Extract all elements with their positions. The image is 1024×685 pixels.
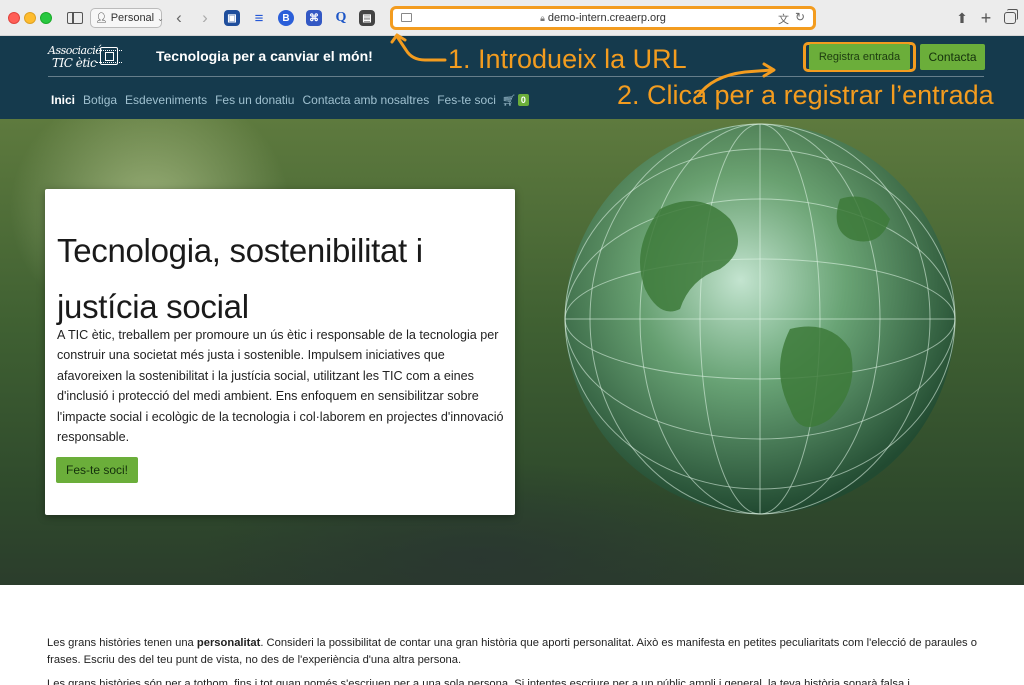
minimize-window-button[interactable] — [24, 12, 36, 24]
contacta-button[interactable]: Contacta — [920, 44, 985, 70]
b-circle-icon[interactable]: B — [278, 10, 294, 26]
registra-entrada-button[interactable]: Registra entrada — [809, 44, 910, 70]
site-logo[interactable]: Associació TIC ètic — [48, 44, 124, 74]
main-nav: Inici Botiga Esdeveniments Fes un donati… — [51, 93, 529, 107]
capture-icon[interactable]: ▤ — [359, 10, 375, 26]
profile-switcher[interactable]: 👤︎ Personal ⌄ — [90, 8, 164, 28]
q-icon[interactable]: Q — [333, 10, 349, 26]
nav-item-contacta[interactable]: Contacta amb nosaltres — [302, 93, 429, 107]
hero-card: Tecnologia, sostenibilitat i justícia so… — [45, 189, 515, 515]
para1-bold: personalitat — [196, 637, 261, 649]
annotation-step1: 1. Introdueix la URL — [448, 44, 687, 74]
header-divider — [48, 76, 984, 77]
profile-label: Personal — [110, 12, 155, 24]
fes-te-soci-button[interactable]: Fes-te soci! — [56, 457, 138, 483]
cart-link[interactable]: 🛒︎ 0 — [502, 93, 529, 107]
address-bar[interactable]: 🔒︎ demo-intern.creaerp.org 文 ↻ — [390, 6, 816, 30]
body-paragraph-2: Les grans històries són per a tothom, fi… — [47, 678, 910, 685]
url-text: demo-intern.creaerp.org — [547, 12, 666, 24]
site-tagline: Tecnologia per a canviar el món! — [156, 48, 373, 64]
forward-button[interactable]: › — [198, 8, 212, 27]
globe-image — [564, 123, 956, 515]
nav-item-botiga[interactable]: Botiga — [83, 93, 117, 107]
logo-line2: TIC ètic — [52, 56, 97, 70]
hero-banner: Tecnologia, sostenibilitat i justícia so… — [0, 119, 1024, 585]
nav-item-inici[interactable]: Inici — [51, 93, 75, 107]
nav-item-soci[interactable]: Fes-te soci — [437, 93, 496, 107]
annotation-step2: 2. Clica per a registrar l’entrada — [617, 80, 994, 110]
lock-icon: 🔒︎ — [540, 13, 545, 23]
share-icon[interactable]: ⬆︎ — [954, 9, 970, 27]
new-tab-icon[interactable]: + — [978, 8, 994, 28]
person-icon: 👤︎ — [95, 12, 108, 24]
close-window-button[interactable] — [8, 12, 20, 24]
para1-before: Les grans històries tenen una — [47, 637, 197, 649]
browser-toolbar: 👤︎ Personal ⌄ ‹ › ▣ ≡ B ⌘ Q ▤ 🔒︎ demo-int… — [0, 0, 1024, 36]
hero-title: Tecnologia, sostenibilitat i justícia so… — [57, 232, 423, 325]
cart-icon: 🛒︎ — [501, 94, 516, 107]
back-button[interactable]: ‹ — [172, 8, 186, 27]
translate-box-icon[interactable]: ⌘ — [306, 10, 322, 26]
cart-count-badge: 0 — [517, 94, 529, 106]
url-display[interactable]: 🔒︎ demo-intern.creaerp.org — [393, 12, 813, 24]
nav-item-donatiu[interactable]: Fes un donatiu — [215, 93, 294, 107]
translate-icon[interactable]: 文 — [778, 11, 789, 27]
nav-item-esdeveniments[interactable]: Esdeveniments — [125, 93, 207, 107]
bitwarden-icon[interactable]: ▣ — [224, 10, 240, 26]
body-paragraph-1: Les grans històries tenen una personalit… — [47, 635, 982, 669]
tab-overview-icon[interactable] — [1002, 9, 1018, 27]
sidebar-toggle-icon[interactable] — [64, 9, 86, 27]
hero-text: A TIC ètic, treballem per promoure un ús… — [57, 328, 504, 445]
reload-icon[interactable]: ↻ — [795, 10, 805, 24]
chip-icon — [96, 47, 122, 65]
chevron-down-icon: ⌄ — [157, 13, 164, 23]
zoom-window-button[interactable] — [40, 12, 52, 24]
layers-icon[interactable]: ≡ — [251, 10, 267, 27]
